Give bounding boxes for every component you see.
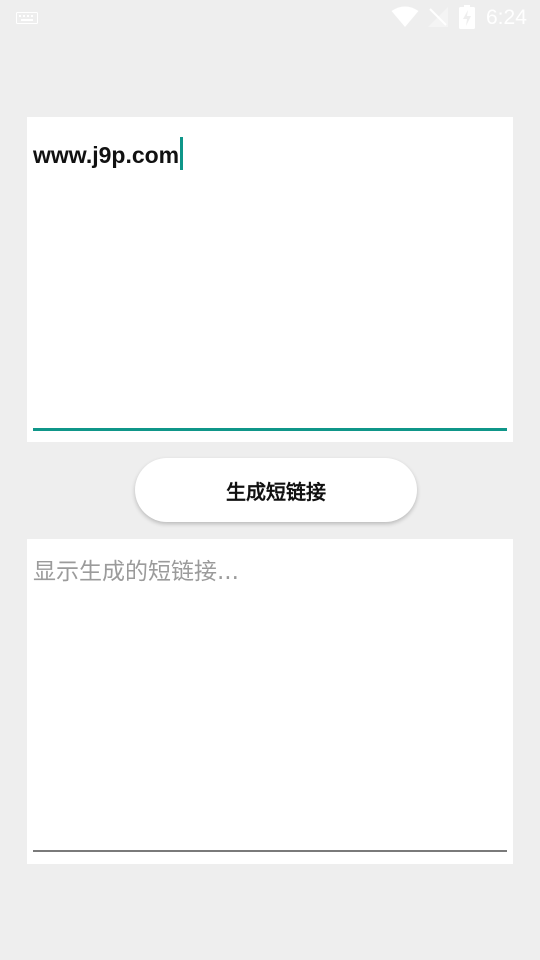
text-cursor [180, 137, 184, 170]
wifi-icon [391, 6, 419, 27]
status-time: 6:24 [486, 6, 527, 29]
url-input-underline [33, 428, 507, 431]
no-signal-icon [428, 7, 448, 27]
status-bar: 6:24 [0, 0, 540, 36]
keyboard-icon [16, 12, 38, 24]
short-link-output-card[interactable]: 显示生成的短链接... [27, 539, 513, 864]
url-input-card[interactable]: www.j9p.com [27, 117, 513, 442]
short-link-output-placeholder: 显示生成的短链接... [33, 559, 239, 585]
generate-short-link-button[interactable]: 生成短链接 [135, 458, 417, 522]
url-input[interactable]: www.j9p.com [33, 137, 184, 170]
url-input-value: www.j9p.com [33, 142, 180, 168]
short-link-output-underline [33, 850, 507, 852]
battery-charging-icon [459, 5, 475, 29]
